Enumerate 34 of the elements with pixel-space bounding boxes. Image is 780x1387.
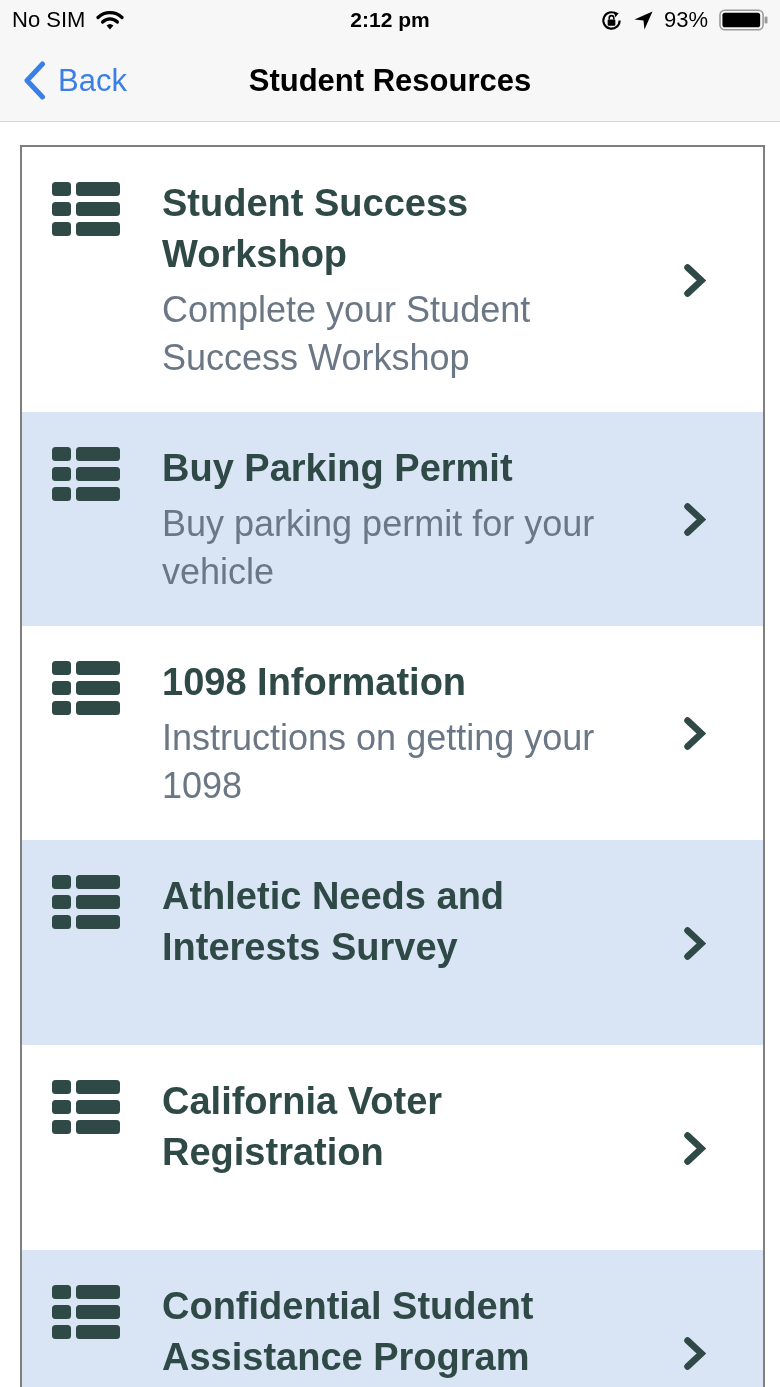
wifi-icon	[96, 10, 125, 30]
battery-percentage: 93%	[663, 7, 708, 33]
row-title: Confidential Student Assistance Program	[162, 1284, 535, 1380]
row-title: California Voter Registration	[162, 1079, 444, 1175]
list-icon	[52, 661, 120, 715]
list-icon	[52, 182, 120, 236]
row-subtitle: Instructions on getting your 1098	[162, 716, 596, 808]
list-icon	[52, 447, 120, 501]
back-chevron-icon	[24, 61, 46, 100]
list-row[interactable]: Confidential Student Assistance Program	[22, 1250, 763, 1387]
nav-title: Student Resources	[248, 61, 532, 100]
row-title: 1098 Information	[162, 660, 467, 705]
list-icon	[52, 1080, 120, 1134]
orientation-lock-icon	[599, 8, 623, 32]
time-label: 2:12 pm	[350, 7, 430, 33]
chevron-right-icon	[683, 262, 706, 298]
chevron-right-icon	[683, 925, 706, 961]
row-subtitle: Buy parking permit for your vehicle	[162, 502, 596, 594]
list-icon	[52, 1285, 120, 1339]
back-button[interactable]: Back	[0, 56, 133, 105]
list-icon	[52, 875, 120, 929]
row-title: Student Success Workshop	[162, 181, 470, 277]
battery-icon	[719, 9, 768, 31]
carrier-label: No SIM	[12, 7, 86, 33]
location-arrow-icon	[633, 10, 653, 30]
chevron-right-icon	[683, 1130, 706, 1166]
chevron-right-icon	[683, 716, 706, 751]
row-title: Athletic Needs and Interests Survey	[162, 874, 506, 970]
list-row[interactable]: Buy Parking Permit Buy parking permit for your vehicle	[22, 412, 763, 626]
chevron-right-icon	[683, 1335, 706, 1371]
chevron-right-icon	[683, 502, 706, 537]
row-subtitle: Complete your Student Success Workshop	[162, 288, 532, 380]
list-row[interactable]: Athletic Needs and Interests Survey	[22, 840, 763, 1045]
row-title: Buy Parking Permit	[162, 446, 513, 491]
